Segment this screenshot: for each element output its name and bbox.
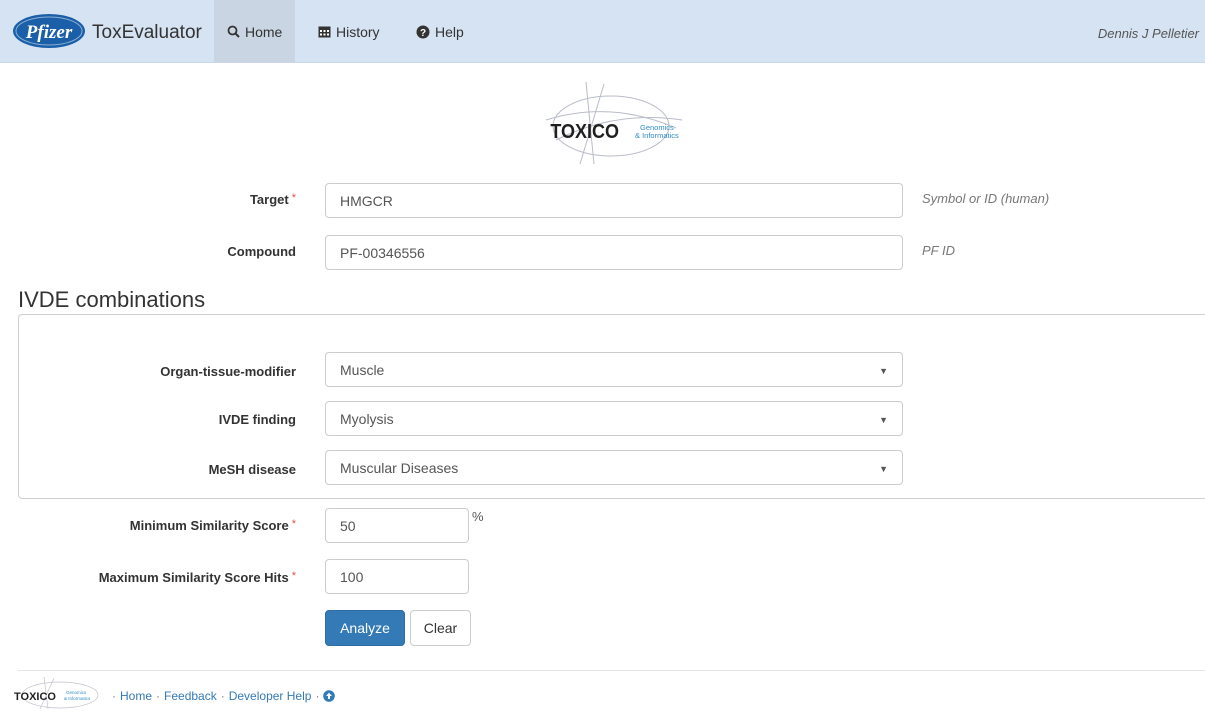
svg-text:Genomics: Genomics xyxy=(66,690,87,695)
user-name[interactable]: Dennis J Pelletier xyxy=(1098,26,1199,41)
max-hits-label: Maximum Similarity Score Hits * xyxy=(98,570,296,585)
footer-separator: · xyxy=(156,689,161,703)
question-circle-icon: ? xyxy=(416,25,430,39)
nav-history-label: History xyxy=(336,23,380,40)
nav-history[interactable]: History xyxy=(305,0,393,63)
footer-separator: · xyxy=(220,689,225,703)
compound-label: Compound xyxy=(227,244,296,259)
compound-input[interactable]: PF-00346556 xyxy=(325,235,903,270)
target-input[interactable]: HMGCR xyxy=(325,183,903,218)
svg-text:?: ? xyxy=(420,28,426,39)
mesh-select[interactable]: Muscular Diseases ▼ xyxy=(325,450,903,485)
organ-select[interactable]: Muscle ▼ xyxy=(325,352,903,387)
organ-label: Organ-tissue-modifier xyxy=(160,364,296,379)
finding-select-value: Myolysis xyxy=(340,410,394,427)
target-hint: Symbol or ID (human) xyxy=(922,191,1050,206)
pfizer-logo[interactable]: Pfizer xyxy=(12,13,86,49)
navbar: Pfizer ToxEvaluator Home History ? Help … xyxy=(0,0,1205,63)
required-marker: * xyxy=(291,570,296,582)
search-icon xyxy=(227,25,240,38)
arrow-up-circle-icon[interactable] xyxy=(323,690,336,702)
required-marker: * xyxy=(291,518,296,530)
footer-divider xyxy=(18,670,1205,671)
footer-link-developer-help[interactable]: Developer Help xyxy=(229,689,312,703)
footer-link-home[interactable]: Home xyxy=(120,689,152,703)
svg-text:TOXICO: TOXICO xyxy=(14,691,56,703)
max-hits-input[interactable]: 100 xyxy=(325,559,469,594)
svg-text:& Informatics: & Informatics xyxy=(64,696,91,701)
pfizer-logo-text: Pfizer xyxy=(25,22,73,43)
mesh-label: MeSH disease xyxy=(208,462,296,477)
calendar-icon xyxy=(318,26,331,38)
nav-home-label: Home xyxy=(245,23,283,40)
compound-hint: PF ID xyxy=(922,243,955,258)
finding-label: IVDE finding xyxy=(218,412,296,427)
nav-help[interactable]: ? Help xyxy=(403,0,477,63)
nav-home[interactable]: Home xyxy=(214,0,296,63)
percent-unit: % xyxy=(472,509,484,524)
organ-select-value: Muscle xyxy=(340,361,385,378)
footer-toxico-logo: TOXICO Genomics & Informatics xyxy=(14,676,99,710)
ivde-section-title: IVDE combinations xyxy=(18,287,206,312)
caret-down-icon: ▼ xyxy=(879,415,888,425)
nav-help-label: Help xyxy=(435,23,464,40)
brand-title[interactable]: ToxEvaluator xyxy=(92,22,202,44)
min-score-input[interactable]: 50 xyxy=(325,508,469,543)
footer-separator: · xyxy=(315,689,320,703)
required-marker: * xyxy=(291,192,296,204)
toxico-logo: TOXICO Genomics & Informatics xyxy=(545,81,683,165)
target-label: Target * xyxy=(249,192,296,207)
caret-down-icon: ▼ xyxy=(879,464,888,474)
toxico-logo-main: TOXICO xyxy=(550,121,619,143)
caret-down-icon: ▼ xyxy=(879,366,888,376)
clear-button[interactable]: Clear xyxy=(410,610,471,646)
min-score-label: Minimum Similarity Score * xyxy=(129,518,296,533)
analyze-button[interactable]: Analyze xyxy=(325,610,405,646)
footer-separator: · xyxy=(112,689,116,703)
footer-links: · Home · Feedback · Developer Help · xyxy=(108,689,336,703)
footer-link-feedback[interactable]: Feedback xyxy=(164,689,217,703)
toxico-logo-line2: & Informatics xyxy=(635,131,679,140)
mesh-select-value: Muscular Diseases xyxy=(340,459,459,476)
finding-select[interactable]: Myolysis ▼ xyxy=(325,401,903,436)
